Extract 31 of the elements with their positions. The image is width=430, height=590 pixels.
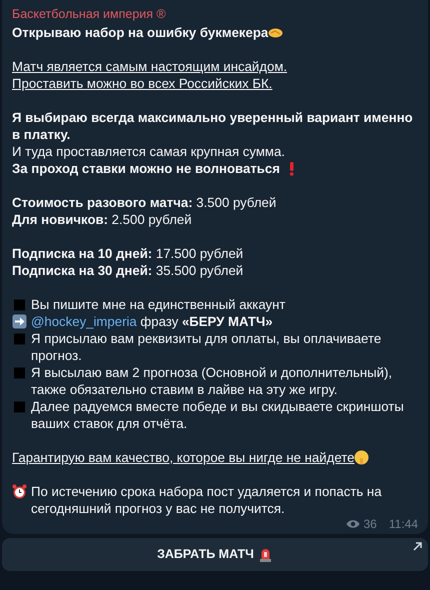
views-icon [346,518,360,529]
square-icon [12,296,27,312]
message-text: Я присылаю вам реквизиты для оплаты, вы оплачиваете прогноз. [31,330,382,364]
message-text: Далее радуемся вместе победе и вы скидываете скриншоты ваших ставок для отчёта. [31,398,405,432]
alarm-clock-icon [12,484,27,499]
square-icon [12,364,27,380]
message-text: Подписка на 30 дней: 35.500 рублей [12,262,244,278]
square-icon [12,330,27,346]
message-text: Я высылаю вам 2 прогноза (Основной и дополнительный), также обязательно ставим в лайве на эту же игру. [31,364,394,398]
message-text: фразу «БЕРУ МАТЧ» [140,314,273,329]
claim-match-button[interactable]: ЗАБРАТЬ МАТЧ [2,538,428,571]
message-text: По истечению срока набора пост удаляется и попасть на сегодняшний прогноз у вас не получится. [31,482,383,517]
underlined-text: Матч является самым настоящим инсайдом. [12,58,288,74]
message-time: 11:44 [388,516,418,531]
siren-icon [258,546,273,562]
message-text: Вы пишите мне на единственный аккаунт [31,296,286,313]
shush-face-icon [354,450,370,465]
underlined-text: Гарантирую вам качество, которое вы нигде не найдете [12,450,354,465]
external-arrow-icon [413,542,422,551]
channel-name[interactable]: Баскетбольная империя ® [12,5,166,24]
square-icon [12,398,27,414]
message-text: И туда проставляется самая крупная сумма. [12,144,285,159]
underlined-text: Проставить можно во всех Российских БК. [12,76,272,91]
message-text: Подписка на 10 дней: 17.500 рублей [12,246,244,261]
message-text: Открываю набор на ошибку букмекера [12,24,268,40]
view-count: 36 [364,516,377,531]
username-link[interactable]: @hockey_imperia [31,314,137,329]
message-text: За проход ставки можно не волноваться [12,160,281,176]
message-text: Я выбираю всегда максимально уверенный вариант именно в платку. [12,110,413,142]
message-text: Для новичков: 2.500 рублей [12,212,192,227]
message-text: Стоимость разового матча: 3.500 рублей [12,194,276,210]
